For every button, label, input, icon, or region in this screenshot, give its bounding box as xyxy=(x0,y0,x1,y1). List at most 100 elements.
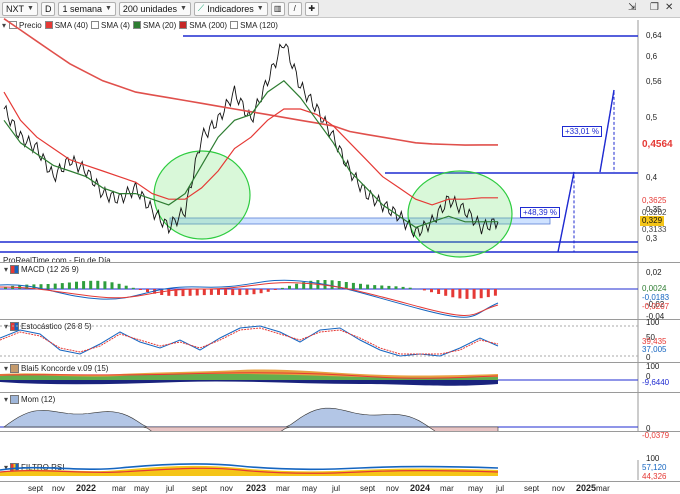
macd-bar xyxy=(351,282,355,289)
macd-bar xyxy=(280,287,284,289)
signal-line xyxy=(0,282,499,316)
macd-bar xyxy=(60,283,64,289)
macd-bar xyxy=(359,283,362,289)
macd-bar xyxy=(259,289,263,294)
macd-bar xyxy=(117,283,121,289)
percent-annotation: +48,39 % xyxy=(520,207,561,218)
panel-divider xyxy=(0,431,680,432)
macd-bar xyxy=(89,280,93,289)
macd-bar xyxy=(195,289,199,296)
price-tick: 0,5 xyxy=(646,113,658,122)
price-tick: 0,56 xyxy=(646,77,662,86)
year-tick: 2022 xyxy=(76,483,97,493)
month-tick: jul xyxy=(166,484,175,493)
macd-bar xyxy=(103,281,107,289)
momentum-area xyxy=(3,407,499,431)
percent-annotation: +33,01 % xyxy=(562,126,603,137)
koncorde-blue-area xyxy=(0,380,498,386)
month-tick: mar xyxy=(276,484,290,493)
stoch-value-tag: 37,005 xyxy=(642,345,667,354)
projection-line xyxy=(557,171,575,253)
macd-bar xyxy=(209,289,213,295)
macd-bar xyxy=(465,289,469,299)
macd-bar xyxy=(110,282,114,289)
macd-bar xyxy=(131,287,135,289)
momentum-chart[interactable] xyxy=(0,393,680,431)
stoch-tick: 100 xyxy=(646,318,660,327)
macd-bar xyxy=(188,289,192,296)
stochastic-chart[interactable] xyxy=(0,320,680,362)
macd-bar xyxy=(479,289,483,299)
koncorde-tick: 100 xyxy=(646,362,660,371)
koncorde-value-tag: -9,6440 xyxy=(642,378,670,387)
price-tick: 0,4 xyxy=(646,173,658,182)
macd-bar xyxy=(217,289,220,295)
rsi-tick: 100 xyxy=(646,454,660,463)
macd-bar xyxy=(394,286,398,289)
month-tick: jul xyxy=(496,484,505,493)
macd-bar xyxy=(472,289,476,299)
macd-bar xyxy=(252,289,256,295)
macd-bar xyxy=(295,283,299,289)
macd-bar xyxy=(124,285,128,289)
month-tick: mar xyxy=(112,484,126,493)
macd-bar xyxy=(408,287,412,289)
month-tick: nov xyxy=(386,484,399,493)
month-tick: nov xyxy=(552,484,565,493)
month-tick: mar xyxy=(596,484,610,493)
year-tick: 2024 xyxy=(410,483,431,493)
macd-bar xyxy=(380,285,384,289)
macd-bar xyxy=(458,289,462,299)
macd-bar xyxy=(46,284,50,289)
macd-tick: 0,02 xyxy=(646,268,662,277)
macd-bar xyxy=(288,285,291,289)
macd-bar xyxy=(387,285,391,289)
month-tick: nov xyxy=(220,484,233,493)
koncorde-chart[interactable] xyxy=(0,362,680,392)
macd-bar xyxy=(202,289,206,296)
macd-bar xyxy=(53,283,57,289)
month-tick: jul xyxy=(332,484,341,493)
macd-bar xyxy=(231,289,235,296)
time-axis-divider xyxy=(0,481,680,482)
macd-bar xyxy=(486,289,490,298)
macd-bar xyxy=(493,289,497,296)
month-tick: may xyxy=(134,484,150,493)
macd-chart[interactable] xyxy=(0,263,680,319)
macd-bar xyxy=(273,289,277,290)
macd-bar xyxy=(224,289,228,295)
month-tick: may xyxy=(468,484,484,493)
projection-line xyxy=(599,89,615,173)
macd-bar xyxy=(366,284,370,289)
macd-bar xyxy=(146,289,149,292)
macd-bar xyxy=(245,289,249,295)
macd-bar xyxy=(430,289,433,293)
macd-bar xyxy=(67,282,71,289)
month-tick: sept xyxy=(28,484,44,493)
price-tick: 0,3 xyxy=(646,234,658,243)
month-tick: sept xyxy=(360,484,376,493)
macd-bar xyxy=(266,289,270,292)
highlight-circle xyxy=(407,170,513,258)
macd-bar xyxy=(401,286,405,289)
macd-bar xyxy=(138,289,142,290)
filtro-rsi-chart[interactable] xyxy=(0,460,680,480)
macd-bar xyxy=(238,289,242,296)
month-tick: sept xyxy=(524,484,540,493)
series-line xyxy=(3,18,498,146)
macd-bar xyxy=(75,281,78,289)
stochastic-k-line xyxy=(0,325,499,357)
sma200-value-tag: 0,4564 xyxy=(642,139,673,150)
macd-bar xyxy=(167,289,171,296)
month-tick: may xyxy=(302,484,318,493)
macd-bar xyxy=(422,289,426,291)
sma40-value-tag: 0,3625 xyxy=(642,196,667,205)
mom-value-tag: -0,0379 xyxy=(642,431,670,440)
month-tick: sept xyxy=(192,484,208,493)
sma20-value-tag: 0,3202 xyxy=(642,208,667,217)
month-tick: nov xyxy=(52,484,65,493)
macd-bar xyxy=(437,289,441,294)
sma4-value-tag: 0,3133 xyxy=(642,225,667,234)
year-tick: 2025 xyxy=(576,483,597,493)
stochastic-d-line xyxy=(0,327,499,355)
